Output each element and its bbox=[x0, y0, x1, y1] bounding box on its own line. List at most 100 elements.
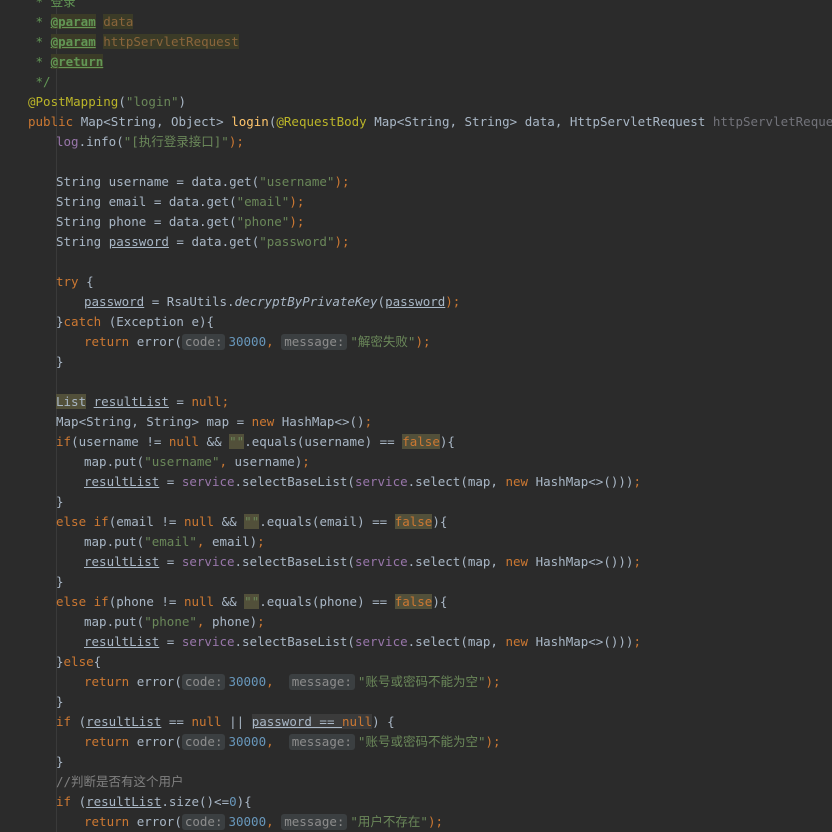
code-line[interactable] bbox=[0, 372, 832, 392]
code-line[interactable]: public Map<String, Object> login(@Reques… bbox=[0, 112, 832, 132]
code-line[interactable]: @PostMapping("login") bbox=[0, 92, 832, 112]
code-token: 30000 bbox=[228, 734, 267, 749]
code-token: List bbox=[56, 394, 87, 409]
code-token: "phone" bbox=[236, 214, 290, 229]
code-token: decryptByPrivateKey bbox=[234, 294, 378, 309]
code-line[interactable]: map.put("username", username); bbox=[0, 452, 832, 472]
code-token: //判断是否有这个用户 bbox=[56, 774, 184, 789]
code-token: ( bbox=[78, 794, 87, 809]
code-token: } bbox=[56, 754, 64, 769]
code-token: resultList bbox=[86, 714, 162, 729]
code-line[interactable]: String phone = data.get("phone"); bbox=[0, 212, 832, 232]
code-token: else if bbox=[56, 594, 109, 609]
code-line[interactable]: map.put("phone", phone); bbox=[0, 612, 832, 632]
code-token: 30000 bbox=[228, 814, 267, 829]
code-token: (Exception e){ bbox=[108, 314, 215, 329]
code-token: , bbox=[196, 614, 212, 629]
parameter-hint: code: bbox=[181, 674, 226, 690]
code-line[interactable]: * @param httpServletRequest bbox=[0, 32, 832, 52]
code-line[interactable]: } bbox=[0, 352, 832, 372]
code-line[interactable]: return error(code: 30000, message: "账号或密码不… bbox=[0, 672, 832, 692]
code-token: false bbox=[394, 514, 433, 529]
code-token: new bbox=[505, 474, 536, 489]
code-token: ); bbox=[289, 214, 305, 229]
code-line[interactable]: * @param data bbox=[0, 12, 832, 32]
code-line[interactable]: List resultList = null; bbox=[0, 392, 832, 412]
code-token: new bbox=[505, 554, 536, 569]
code-line[interactable]: Map<String, String> map = new HashMap<>(… bbox=[0, 412, 832, 432]
code-line[interactable]: else if(phone != null && "".equals(phone… bbox=[0, 592, 832, 612]
code-line[interactable]: if (resultList.size()<=0){ bbox=[0, 792, 832, 812]
code-line[interactable]: * @return bbox=[0, 52, 832, 72]
code-line[interactable]: }catch (Exception e){ bbox=[0, 312, 832, 332]
code-line[interactable]: map.put("email", email); bbox=[0, 532, 832, 552]
code-line[interactable]: return error(code: 30000, message: "账号或密码不… bbox=[0, 732, 832, 752]
code-line[interactable]: log.info("[执行登录接口]"); bbox=[0, 132, 832, 152]
code-token: error( bbox=[136, 674, 182, 689]
code-token: new bbox=[505, 634, 536, 649]
code-line[interactable]: resultList = service.selectBaseList(serv… bbox=[0, 552, 832, 572]
code-token: .info( bbox=[78, 134, 124, 149]
code-token: if bbox=[56, 434, 72, 449]
code-token: = bbox=[159, 634, 182, 649]
code-token: ); bbox=[415, 334, 431, 349]
code-token: } bbox=[56, 574, 64, 589]
code-token: * bbox=[28, 34, 51, 49]
code-token: { bbox=[93, 654, 102, 669]
code-editor[interactable]: * 登录 * @param data * @param httpServletR… bbox=[0, 0, 832, 832]
code-token: "phone" bbox=[144, 614, 197, 629]
code-line[interactable]: if (resultList == null || password == nu… bbox=[0, 712, 832, 732]
code-line[interactable]: } bbox=[0, 692, 832, 712]
code-token: service bbox=[181, 474, 235, 489]
code-token: ); bbox=[228, 134, 244, 149]
code-token: null bbox=[191, 394, 222, 409]
code-line[interactable]: String password = data.get("password"); bbox=[0, 232, 832, 252]
code-line[interactable] bbox=[0, 252, 832, 272]
code-line[interactable]: return error(code: 30000, message: "用户不存在"… bbox=[0, 812, 832, 832]
code-line[interactable]: //判断是否有这个用户 bbox=[0, 772, 832, 792]
code-line[interactable]: else if(email != null && "".equals(email… bbox=[0, 512, 832, 532]
code-line[interactable]: try { bbox=[0, 272, 832, 292]
code-token: ; bbox=[633, 474, 641, 489]
code-line[interactable]: if(username != null && "".equals(usernam… bbox=[0, 432, 832, 452]
code-line[interactable]: } bbox=[0, 752, 832, 772]
parameter-hint: code: bbox=[181, 334, 226, 350]
code-line[interactable]: }else{ bbox=[0, 652, 832, 672]
code-token: ); bbox=[334, 234, 350, 249]
code-token: return bbox=[84, 674, 137, 689]
code-line[interactable]: String email = data.get("email"); bbox=[0, 192, 832, 212]
code-line[interactable]: */ bbox=[0, 72, 832, 92]
code-token: service bbox=[181, 554, 235, 569]
code-token: ; bbox=[257, 614, 265, 629]
code-token: , bbox=[266, 734, 289, 749]
code-token: service bbox=[354, 634, 408, 649]
code-token: "用户不存在" bbox=[350, 814, 428, 829]
code-token: } bbox=[56, 354, 64, 369]
code-line[interactable] bbox=[0, 152, 832, 172]
code-token: httpServletRequest bbox=[712, 114, 832, 129]
code-token: ; bbox=[302, 454, 310, 469]
code-token: error( bbox=[136, 814, 182, 829]
code-token: service bbox=[354, 554, 408, 569]
code-token: * 登录 bbox=[28, 0, 76, 9]
code-token: httpServletRequest bbox=[103, 34, 239, 49]
code-line[interactable]: String username = data.get("username"); bbox=[0, 172, 832, 192]
code-token: , bbox=[266, 674, 289, 689]
code-token: Map<String, String> data, HttpServletReq… bbox=[374, 114, 713, 129]
code-line[interactable]: resultList = service.selectBaseList(serv… bbox=[0, 472, 832, 492]
code-token: ; bbox=[221, 394, 230, 409]
code-line[interactable]: password = RsaUtils.decryptByPrivateKey(… bbox=[0, 292, 832, 312]
code-token: * bbox=[28, 54, 51, 69]
code-line[interactable]: } bbox=[0, 572, 832, 592]
code-line[interactable]: return error(code: 30000, message: "解密失败")… bbox=[0, 332, 832, 352]
code-line[interactable]: * 登录 bbox=[0, 0, 832, 12]
code-line[interactable]: } bbox=[0, 492, 832, 512]
code-token: .select(map, bbox=[407, 634, 506, 649]
code-token: .size()<= bbox=[161, 794, 230, 809]
code-token: ){ bbox=[432, 594, 448, 609]
code-line[interactable]: resultList = service.selectBaseList(serv… bbox=[0, 632, 832, 652]
code-token: null bbox=[183, 514, 222, 529]
code-token: ){ bbox=[432, 514, 448, 529]
code-token: password bbox=[108, 234, 169, 249]
code-token: "username" bbox=[144, 454, 220, 469]
